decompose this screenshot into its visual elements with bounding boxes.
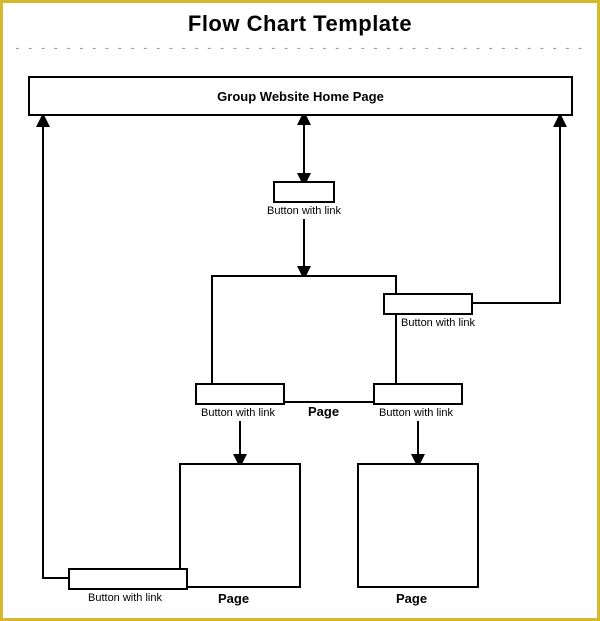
divider-dots: • • • • • • • • • • • • • • • • • • • • …	[15, 41, 585, 49]
node-button-top-right	[383, 293, 473, 315]
node-page-bottom-left	[179, 463, 301, 588]
node-button-mid-left-caption: Button with link	[201, 407, 275, 419]
node-page-bottom-right-caption: Page	[396, 591, 427, 606]
node-button-bottom-left-caption: Button with link	[88, 592, 162, 604]
node-button-top-right-caption: Button with link	[401, 317, 475, 329]
node-page-bottom-right	[357, 463, 479, 588]
diagram-frame: Flow Chart Template • • • • • • • • • • …	[0, 0, 600, 621]
node-home-page: Group Website Home Page	[28, 76, 573, 116]
node-page-bottom-left-caption: Page	[218, 591, 249, 606]
node-button-top	[273, 181, 335, 203]
node-home-page-label: Group Website Home Page	[217, 89, 384, 104]
node-button-bottom-left	[68, 568, 188, 590]
node-button-mid-right	[373, 383, 463, 405]
node-page-mid-caption: Page	[308, 404, 339, 419]
node-button-mid-right-caption: Button with link	[379, 407, 453, 419]
node-button-mid-left	[195, 383, 285, 405]
node-button-top-caption: Button with link	[267, 205, 341, 217]
diagram-title: Flow Chart Template	[3, 11, 597, 37]
